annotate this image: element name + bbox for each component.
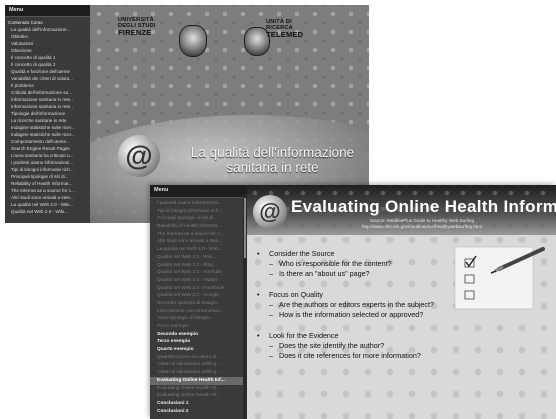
- menu-item[interactable]: Qualità nel Web 2.0 - Blog...: [150, 262, 247, 270]
- menu-sidebar: Menu Contenuto Corso La qualità dell'info…: [5, 5, 90, 223]
- menu-item[interactable]: Obiettivi: [5, 33, 90, 40]
- menu-item[interactable]: Principali tipologie di siti di...: [150, 215, 247, 223]
- source-citation: Source: MedlinePlus Guide to Healthy Web…: [337, 218, 507, 229]
- menu-item[interactable]: Contenuto Corso: [5, 19, 90, 26]
- menu-item[interactable]: Indagine statistiche sulle ricer...: [5, 124, 90, 131]
- menu-item[interactable]: Criteri di valutazione della q...: [150, 361, 247, 369]
- menu-item[interactable]: The Internet as a source for c...: [150, 231, 247, 239]
- slide-title: Evaluating Online Health Information (1: [291, 197, 556, 216]
- bullet-question: Does it cite references for more informa…: [257, 351, 547, 361]
- scrollbar-thumb[interactable]: [244, 198, 246, 258]
- university-crest-icon: [179, 25, 207, 57]
- menu-item[interactable]: Evaluating Online Health Inf...: [150, 385, 247, 393]
- menu-item[interactable]: Tipi di bisogni informativi rich...: [150, 208, 247, 216]
- menu-item[interactable]: L'area sanitaria ha criticato u...: [5, 152, 90, 159]
- menu-item[interactable]: Seconda tipologia di bisogni...: [150, 300, 247, 308]
- menu-item[interactable]: Indagine statistiche sulle ricer...: [5, 131, 90, 138]
- menu-item[interactable]: Terza tipologia di bisogni...: [150, 315, 247, 323]
- checklist-pen-icon: [454, 246, 545, 310]
- menu-item[interactable]: Valutazioni: [5, 40, 90, 47]
- bullet-heading: Look for the Evidence: [257, 331, 547, 341]
- bullet-question: Does the site identify the author?: [257, 341, 547, 351]
- menu-item[interactable]: Evaluating Online Health Inf...: [150, 392, 247, 400]
- menu-item[interactable]: Informazione non informativa...: [150, 308, 247, 316]
- menu-item[interactable]: Il concetto di qualità 2: [5, 61, 90, 68]
- menu-list: I pazienti usano informazioni... Tipi di …: [150, 198, 247, 415]
- menu-item[interactable]: Conclusioni 1: [150, 400, 247, 408]
- bullet-question: How is the information selected or appro…: [257, 310, 547, 320]
- logo-line: TELEMED: [266, 29, 304, 39]
- menu-item[interactable]: I pazienti usano informazioni...: [5, 159, 90, 166]
- at-sign-icon: @: [118, 135, 160, 177]
- menu-item[interactable]: Secondo esempio: [150, 331, 247, 339]
- menu-item[interactable]: Quarto esempio: [150, 346, 247, 354]
- menu-item[interactable]: Qualità nel Web 2.0 - Twitter: [150, 277, 247, 285]
- menu-item[interactable]: La ricerche sanitarie in rete: [5, 117, 90, 124]
- menu-item[interactable]: Reliability of Health Informat...: [150, 223, 247, 231]
- menu-item[interactable]: Reliability of Health Informat...: [5, 180, 90, 187]
- menu-item[interactable]: Principali tipologie di siti di...: [5, 173, 90, 180]
- menu-item[interactable]: Altri studi sono arrivati a stes...: [150, 238, 247, 246]
- menu-item[interactable]: Informazione sanitaria in rete...: [5, 96, 90, 103]
- menu-item[interactable]: Comportamento dell'utente...: [5, 138, 90, 145]
- menu-item[interactable]: Qualità e funzione dell'utente: [5, 68, 90, 75]
- menu-item[interactable]: Obiezione: [5, 47, 90, 54]
- menu-item[interactable]: Criteri di valutazione della q...: [150, 369, 247, 377]
- logo-line: UNITÀ DI: [266, 19, 292, 25]
- presentation-window-front: Menu I pazienti usano informazioni... Tip…: [150, 185, 556, 419]
- menu-item[interactable]: Tipi di bisogni informativi rich...: [5, 166, 90, 173]
- menu-item[interactable]: Qualità nel Web 2.0 - YouTube: [150, 269, 247, 277]
- telemed-logo: UNITÀ DI RICERCA TELEMED: [266, 19, 336, 39]
- university-logo: UNIVERSITÀ DEGLI STUDI FIRENZE: [118, 17, 178, 37]
- menu-sidebar: Menu I pazienti usano informazioni... Tip…: [150, 185, 247, 419]
- menu-item[interactable]: Informazione sanitaria in rete...: [5, 103, 90, 110]
- menu-item[interactable]: Conclusioni 2: [150, 408, 247, 416]
- logo-line: UNIVERSITÀ: [118, 17, 154, 23]
- bullet-section: Look for the Evidence Does the site iden…: [257, 331, 547, 361]
- menu-item[interactable]: Quantificazione dei danni di...: [150, 354, 247, 362]
- menu-item[interactable]: Qualità nel Web 2.0 - Facebook: [150, 285, 247, 293]
- logo-line: FIRENZE: [118, 27, 152, 37]
- menu-list: Contenuto Corso La qualità dell'informazi…: [5, 17, 90, 215]
- menu-item[interactable]: Qualità nel Web 2.0 - Google...: [150, 292, 247, 300]
- source-line: http://www.nlm.nih.gov/medlineplus/healt…: [361, 223, 482, 229]
- menu-item[interactable]: Altri studi sono arrivati a stes...: [5, 194, 90, 201]
- menu-item[interactable]: The Internet as a source for c...: [5, 187, 90, 194]
- menu-item[interactable]: Qualità nel Web 2.0 - Wiki...: [150, 254, 247, 262]
- menu-item[interactable]: Search Engine Result Pages: [5, 145, 90, 152]
- menu-item[interactable]: Terzo esempio: [150, 338, 247, 346]
- menu-title: Menu: [150, 185, 247, 198]
- menu-item[interactable]: Il concetto di qualità 1: [5, 54, 90, 61]
- menu-item[interactable]: Variabilità dei criteri di valuta...: [5, 75, 90, 82]
- menu-item[interactable]: Tipologie dell'informazione: [5, 110, 90, 117]
- menu-item[interactable]: Evaluating Online Health Inf...: [150, 376, 247, 385]
- menu-item[interactable]: La qualità dell'informazione...: [5, 26, 90, 33]
- menu-item[interactable]: Il problema: [5, 82, 90, 89]
- menu-item[interactable]: Primo esempio: [150, 323, 247, 331]
- menu-item[interactable]: Qualità nel Web 2.0 - Wiki...: [5, 208, 90, 215]
- menu-item[interactable]: Criticità dell'informazione sa...: [5, 89, 90, 96]
- slide-title: La qualità dell'informazione sanitaria i…: [190, 145, 355, 175]
- slide-view: @ Evaluating Online Health Information (…: [247, 185, 556, 419]
- menu-item[interactable]: La qualità nel Web 2.0 - Wiki...: [5, 201, 90, 208]
- menu-item[interactable]: I pazienti usano informazioni...: [150, 200, 247, 208]
- at-sign-icon: @: [253, 195, 287, 229]
- menu-item[interactable]: La qualità nel Web 2.0 - Wiki...: [150, 246, 247, 254]
- menu-title: Menu: [5, 5, 90, 17]
